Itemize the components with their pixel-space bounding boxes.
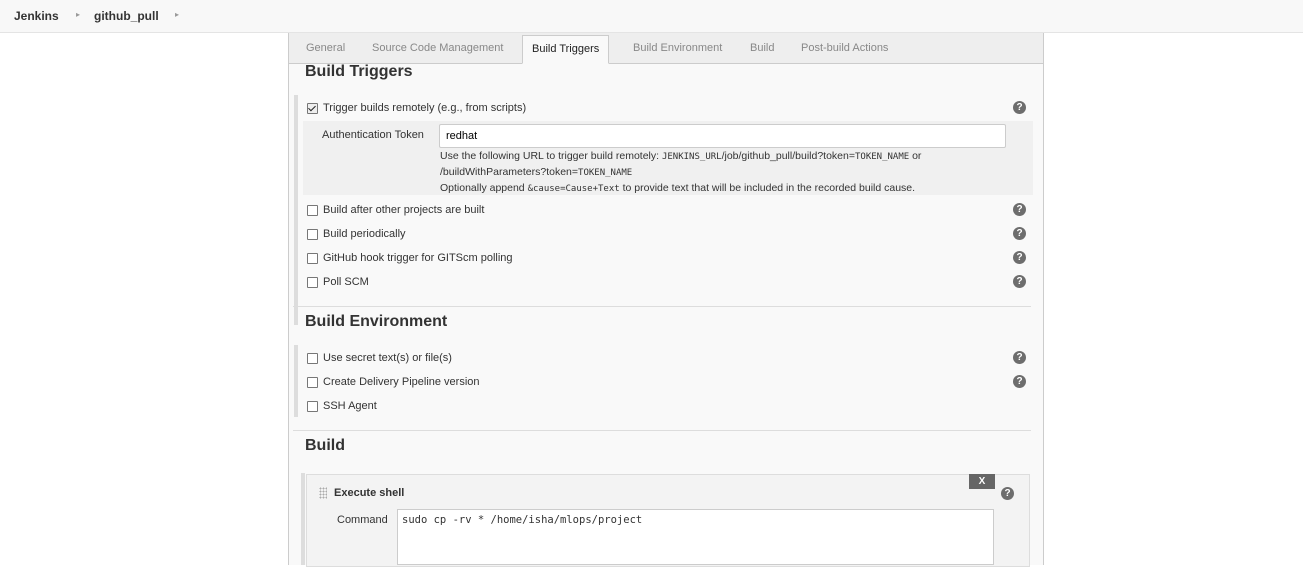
github-hook-trigger-label[interactable]: GitHub hook trigger for GITScm polling: [323, 252, 513, 264]
use-secret-row[interactable]: Use secret text(s) or file(s): [307, 351, 452, 365]
auth-token-input[interactable]: [439, 124, 1006, 148]
build-after-other-projects-label[interactable]: Build after other projects are built: [323, 204, 484, 216]
delivery-pipeline-checkbox[interactable]: [307, 376, 318, 388]
help-icon[interactable]: ?: [1013, 275, 1026, 288]
help-icon[interactable]: ?: [1013, 203, 1026, 216]
build-environment-title: Build Environment: [305, 313, 448, 330]
help-icon[interactable]: ?: [1013, 351, 1026, 364]
section-divider: [293, 430, 1031, 431]
use-secret-checkbox[interactable]: [307, 352, 318, 364]
config-panel: General Source Code Management Build Tri…: [288, 33, 1044, 567]
help-icon[interactable]: ?: [1013, 375, 1026, 388]
help-icon[interactable]: ?: [1001, 487, 1014, 500]
auth-token-label: Authentication Token: [322, 129, 424, 141]
build-periodically-checkbox[interactable]: [307, 228, 318, 240]
execute-shell-title: Execute shell: [334, 487, 405, 499]
ssh-agent-row[interactable]: SSH Agent: [307, 399, 377, 413]
tab-build-triggers[interactable]: Build Triggers: [522, 35, 610, 64]
github-hook-trigger-checkbox[interactable]: [307, 252, 318, 264]
command-textarea[interactable]: sudo cp -rv * /home/isha/mlops/project: [397, 509, 994, 565]
section-divider: [293, 306, 1031, 307]
use-secret-label[interactable]: Use secret text(s) or file(s): [323, 352, 452, 364]
trigger-remote-label[interactable]: Trigger builds remotely (e.g., from scri…: [323, 102, 526, 114]
tab-build[interactable]: Build: [750, 42, 774, 54]
tab-general[interactable]: General: [306, 42, 345, 54]
poll-scm-label[interactable]: Poll SCM: [323, 276, 369, 288]
section-group-bar: [301, 473, 305, 565]
help-icon[interactable]: ?: [1013, 251, 1026, 264]
delivery-pipeline-row[interactable]: Create Delivery Pipeline version: [307, 375, 480, 389]
delivery-pipeline-label[interactable]: Create Delivery Pipeline version: [323, 376, 480, 388]
poll-scm-checkbox[interactable]: [307, 276, 318, 288]
tab-post-build-actions[interactable]: Post-build Actions: [801, 42, 888, 54]
breadcrumb-project[interactable]: github_pull: [94, 9, 159, 23]
drag-handle-icon[interactable]: [319, 487, 327, 499]
command-label: Command: [337, 514, 388, 526]
github-hook-trigger-row[interactable]: GitHub hook trigger for GITScm polling: [307, 251, 513, 265]
build-periodically-label[interactable]: Build periodically: [323, 228, 406, 240]
ssh-agent-label[interactable]: SSH Agent: [323, 400, 377, 412]
build-after-other-projects-row[interactable]: Build after other projects are built: [307, 203, 484, 217]
build-periodically-row[interactable]: Build periodically: [307, 227, 406, 241]
section-group-bar: [294, 345, 298, 417]
help-icon[interactable]: ?: [1013, 227, 1026, 240]
build-after-other-projects-checkbox[interactable]: [307, 204, 318, 216]
auth-token-description: Use the following URL to trigger build r…: [440, 150, 922, 194]
config-tabs: General Source Code Management Build Tri…: [289, 33, 1043, 64]
build-triggers-title: Build Triggers: [305, 63, 413, 80]
breadcrumb-jenkins[interactable]: Jenkins: [14, 9, 59, 23]
ssh-agent-checkbox[interactable]: [307, 400, 318, 412]
trigger-remote-row[interactable]: Trigger builds remotely (e.g., from scri…: [307, 101, 526, 115]
breadcrumb-separator-icon[interactable]: ▸: [76, 10, 80, 19]
breadcrumb-separator-icon[interactable]: ▸: [175, 10, 179, 19]
build-title: Build: [305, 437, 345, 454]
help-icon[interactable]: ?: [1013, 101, 1026, 114]
poll-scm-row[interactable]: Poll SCM: [307, 275, 369, 289]
tab-source-code-management[interactable]: Source Code Management: [372, 42, 503, 54]
section-group-bar: [294, 95, 298, 325]
breadcrumb-bar: Jenkins ▸ github_pull ▸: [0, 0, 1303, 33]
trigger-remote-checkbox[interactable]: [307, 102, 318, 114]
delete-step-button[interactable]: X: [969, 474, 995, 489]
tab-build-environment[interactable]: Build Environment: [633, 42, 722, 54]
